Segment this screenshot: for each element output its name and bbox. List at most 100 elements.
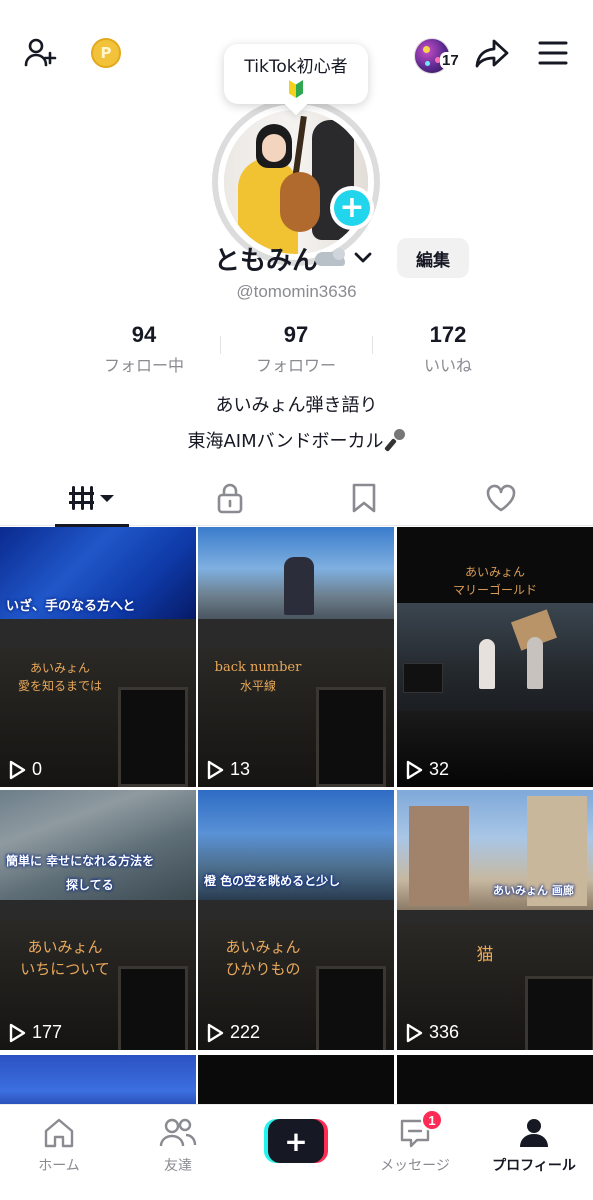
visitor-count: 17 (440, 52, 461, 69)
profile-icon (520, 1119, 548, 1147)
name-row: ともみん 編集 (0, 236, 593, 280)
video-subtitle: 簡単に 幸せになれる方法を (6, 854, 155, 868)
video-thumbnail[interactable]: いざ、手のなる方へと あいみょん 愛を知るまでは 0 (0, 527, 196, 787)
tab-saved[interactable] (314, 472, 414, 524)
nav-friends-label: 友達 (164, 1158, 192, 1174)
chevron-down-icon[interactable] (352, 246, 374, 268)
coin-icon[interactable]: P (84, 30, 128, 76)
add-friend-icon[interactable] (18, 30, 62, 76)
tab-private[interactable] (180, 472, 280, 524)
microphone-icon (383, 429, 406, 452)
share-icon[interactable] (470, 30, 514, 76)
video-title-line1: あいみょん (27, 938, 103, 956)
seal-emoji-icon (315, 248, 345, 268)
view-count-value: 222 (230, 1022, 261, 1042)
play-icon (9, 1023, 26, 1042)
video-subtitle: 橙 色の空を眺めると少し (204, 874, 341, 888)
video-title-line2: マリーゴールド (452, 583, 537, 597)
bookmark-icon (352, 483, 376, 513)
profile-avatar[interactable]: + (212, 98, 380, 266)
friends-icon (159, 1118, 197, 1147)
video-thumbnail[interactable]: あいみょん マリーゴールド 32 (397, 527, 593, 787)
video-title-line1: あいみょん (29, 661, 90, 675)
view-count: 0 (8, 759, 42, 780)
inbox-badge: 1 (421, 1109, 443, 1131)
video-title-line1: back number (214, 660, 302, 675)
video-subtitle: あいみょん 画廊 (493, 884, 574, 897)
lock-icon (217, 483, 243, 514)
view-count-value: 0 (32, 759, 43, 779)
profile-visitors-button[interactable]: 17 (412, 36, 462, 76)
profile-tabs (0, 472, 593, 527)
video-subtitle-2: 探してる (66, 878, 114, 892)
bio-line-2: 東海AIMバンドボーカル (187, 431, 384, 452)
followers-label: フォロワー (255, 356, 336, 375)
view-count-value: 13 (230, 759, 251, 779)
video-title-line1: 猫 (476, 945, 494, 965)
following-stat[interactable]: 94 フォロー中 (74, 322, 214, 376)
home-icon (44, 1118, 74, 1148)
likes-label: いいね (423, 356, 472, 375)
view-count: 32 (405, 759, 449, 780)
tab-liked[interactable] (451, 472, 551, 524)
view-count-value: 32 (429, 759, 450, 779)
video-title-line2: 水平線 (239, 679, 276, 693)
edit-profile-button[interactable]: 編集 (397, 238, 469, 278)
nav-profile-label: プロフィール (492, 1158, 576, 1174)
play-icon (9, 760, 26, 779)
view-count-value: 336 (429, 1022, 460, 1042)
tooltip-bubble: TikTok初心者 (224, 44, 368, 104)
view-count: 177 (8, 1022, 62, 1043)
nav-friends[interactable]: 友達 (128, 1115, 228, 1177)
nav-home[interactable]: ホーム (9, 1115, 109, 1177)
view-count: 13 (206, 759, 250, 780)
videos-grid-icon (69, 486, 114, 510)
menu-icon[interactable] (531, 30, 575, 76)
bio-line-1: あいみょん弾き語り (215, 395, 378, 416)
studio-scene (397, 603, 593, 711)
video-title-line2: 愛を知るまでは (17, 679, 102, 693)
stat-divider (372, 336, 373, 354)
video-thumbnail[interactable]: 簡単に 幸せになれる方法を 探してる あいみょん いちについて 177 (0, 790, 196, 1050)
video-title-line2: いちについて (20, 960, 110, 978)
stats-row: 94 フォロー中 97 フォロワー 172 いいね (0, 322, 593, 382)
nav-inbox-label: メッセージ (380, 1158, 450, 1174)
followers-count: 97 (283, 322, 309, 347)
create-button[interactable]: + (264, 1119, 328, 1163)
followers-stat[interactable]: 97 フォロワー (226, 322, 366, 376)
create-plus-icon: + (268, 1119, 324, 1163)
following-count: 94 (131, 322, 157, 347)
avatar-photo (224, 110, 368, 254)
stat-divider (220, 336, 221, 354)
display-name: ともみん (214, 246, 319, 276)
play-icon (406, 760, 423, 779)
likes-stat[interactable]: 172 いいね (378, 322, 518, 376)
nav-inbox[interactable]: 1 メッセージ (365, 1109, 465, 1177)
view-count-value: 177 (32, 1022, 63, 1042)
video-title-line1: あいみょん (464, 565, 525, 579)
bio: あいみょん弾き語り 東海AIMバンドボーカル (0, 388, 593, 460)
bottom-nav: ホーム 友達 + 1 メッセージ プロフィール (0, 1104, 593, 1200)
beginner-mark-icon (289, 80, 303, 98)
tab-videos[interactable] (43, 472, 143, 524)
video-grid: いざ、手のなる方へと あいみょん 愛を知るまでは 0 back number 水… (0, 527, 593, 1117)
video-title-line2: ひかりもの (225, 960, 301, 978)
play-icon (207, 1023, 224, 1042)
video-thumbnail[interactable]: back number 水平線 13 (198, 527, 394, 787)
username-handle: @tomomin3636 (236, 282, 357, 301)
video-subtitle: いざ、手のなる方へと (6, 599, 136, 614)
play-icon (207, 760, 224, 779)
video-thumbnail[interactable]: 橙 色の空を眺めると少し あいみょん ひかりもの 222 (198, 790, 394, 1050)
heart-icon (486, 484, 516, 512)
add-avatar-plus-icon[interactable]: + (330, 186, 374, 230)
bio-line-2-wrap: 東海AIMバンドボーカル (0, 424, 593, 460)
nav-profile[interactable]: プロフィール (484, 1115, 584, 1177)
view-count: 336 (405, 1022, 459, 1043)
likes-count: 172 (429, 322, 467, 347)
following-label: フォロー中 (103, 356, 184, 375)
video-title-line1: あいみょん (225, 938, 301, 956)
play-icon (406, 1023, 423, 1042)
view-count: 222 (206, 1022, 260, 1043)
coin-glyph: P (91, 38, 121, 68)
video-thumbnail[interactable]: あいみょん 画廊 猫 336 (397, 790, 593, 1050)
